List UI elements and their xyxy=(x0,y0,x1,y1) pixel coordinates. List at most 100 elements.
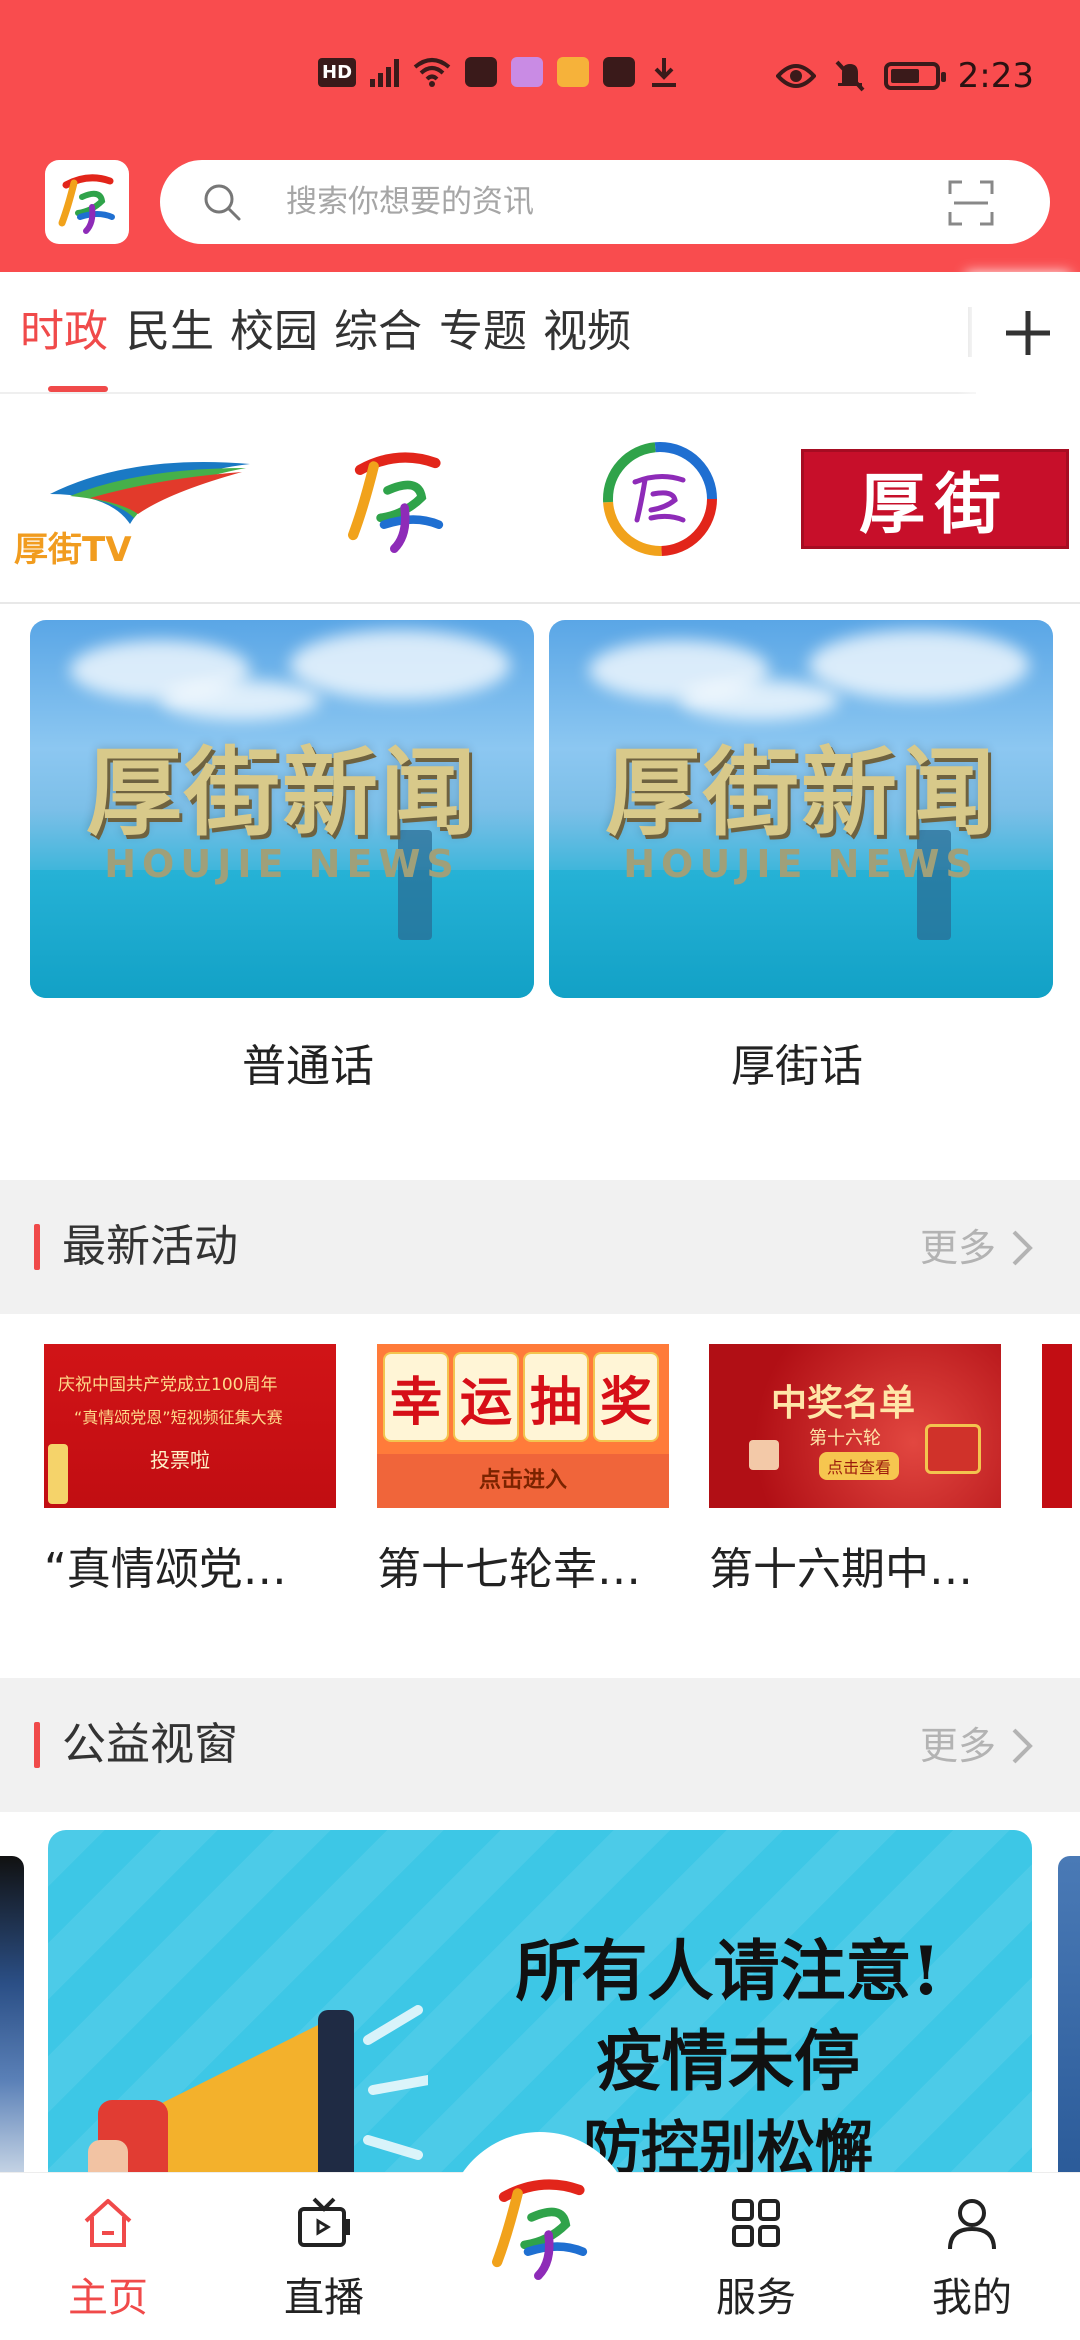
search-icon xyxy=(204,184,241,221)
more-link[interactable]: 更多 xyxy=(920,1718,996,1774)
activity-title: 第十七轮幸… xyxy=(377,1544,641,1595)
activity-card-peek[interactable] xyxy=(1042,1344,1072,1508)
nav-label: 服务 xyxy=(716,2275,796,2321)
plus-icon xyxy=(1006,311,1050,355)
tab-shipin[interactable]: 视频 xyxy=(543,302,631,362)
lottery-tile: 运 xyxy=(455,1354,517,1440)
nav-label: 我的 xyxy=(932,2275,1012,2321)
news-card-houjie-dialect[interactable]: 厚街新闻 HOUJIE NEWS xyxy=(549,620,1053,998)
download-icon xyxy=(652,58,677,87)
gift-icon xyxy=(925,1424,981,1474)
app-notification-icon xyxy=(465,57,498,87)
houjie-logo-icon xyxy=(348,452,444,553)
activity-card[interactable]: 庆祝中国共产党成立100周年 “真情颂党恩”短视频征集大赛 投票啦 “真情颂党… xyxy=(44,1344,336,1595)
news-label-houjie-dialect[interactable]: 厚街话 xyxy=(545,1030,1049,1094)
lottery-tile: 幸 xyxy=(385,1354,447,1440)
banner-line: 疫情未停 xyxy=(596,2022,860,2100)
tab-minsheng[interactable]: 民生 xyxy=(126,302,214,362)
category-tabs: 时政 民生 校园 综合 专题 视频 xyxy=(0,272,1080,394)
activity-title: 第十六期中… xyxy=(709,1544,973,1595)
status-icons: HD xyxy=(318,56,679,88)
gift-box-icon xyxy=(749,1440,779,1470)
tab-xiaoyuan[interactable]: 校园 xyxy=(230,302,318,362)
nav-live[interactable]: 直播 xyxy=(254,2173,394,2340)
activity-thumb-line: 投票啦 xyxy=(150,1448,210,1472)
nav-service[interactable]: 服务 xyxy=(686,2173,826,2340)
section-title: 公益视窗 xyxy=(62,1719,238,1770)
houjie-circle-logo[interactable] xyxy=(590,424,730,574)
tab-overflow-indicator xyxy=(968,307,972,357)
activity-thumbnail: 幸 运 抽 奖 点击进入 xyxy=(377,1344,669,1508)
carousel-next-peek[interactable] xyxy=(1058,1856,1080,2176)
person-icon xyxy=(948,2199,996,2250)
signal-icon xyxy=(370,57,400,87)
hd-icon: HD xyxy=(318,57,357,87)
tab-shizheng[interactable]: 时政 xyxy=(20,302,108,362)
news-thumb-subtitle: HOUJIE NEWS xyxy=(104,842,460,886)
eye-icon xyxy=(775,64,816,88)
nav-home[interactable]: 主页 xyxy=(38,2173,178,2340)
activity-card[interactable]: 幸 运 抽 奖 点击进入 第十七轮幸… xyxy=(377,1344,669,1595)
more-link[interactable]: 更多 xyxy=(920,1220,996,1276)
wifi-icon xyxy=(413,58,451,87)
houjie-banner-logo[interactable]: 厚街 xyxy=(800,424,1070,574)
battery-icon xyxy=(883,62,946,90)
status-bar: HD 2:23 xyxy=(0,0,1080,150)
app-logo[interactable] xyxy=(45,160,129,244)
channel-logo-strip: 厚街TV 厚街 xyxy=(0,394,1080,604)
chevron-right-icon[interactable] xyxy=(1002,1724,1042,1768)
home-icon xyxy=(84,2199,132,2247)
news-thumb-subtitle: HOUJIE NEWS xyxy=(623,842,979,886)
app-notification-icon xyxy=(511,57,544,87)
nav-label: 主页 xyxy=(68,2275,148,2321)
news-thumb-title: 厚街新闻 xyxy=(86,736,478,849)
houjie-logo-icon xyxy=(492,2179,588,2280)
news-card-mandarin[interactable]: 厚街新闻 HOUJIE NEWS xyxy=(30,620,534,998)
chevron-right-icon[interactable] xyxy=(1002,1226,1042,1270)
section-accent-bar xyxy=(34,1224,40,1270)
app-root: HD 2:23 搜索你想要的资讯 时政 民生 校园 综合 专题 视频 厚街TV … xyxy=(0,0,1080,2340)
search-input[interactable]: 搜索你想要的资讯 xyxy=(286,160,534,244)
activity-thumb-band: 点击进入 xyxy=(377,1454,669,1508)
banner-line: 所有人请注意! xyxy=(515,1932,941,2010)
add-tab-button[interactable] xyxy=(976,272,1080,394)
activity-thumbnail: 中奖名单 第十六轮 点击查看 xyxy=(709,1344,1001,1508)
houjie-tv-logo[interactable]: 厚街TV xyxy=(10,424,260,574)
news-thumb-title: 厚街新闻 xyxy=(605,736,997,849)
activity-title: “真情颂党… xyxy=(44,1544,287,1595)
nav-label: 直播 xyxy=(284,2275,364,2321)
activity-thumb-line: 点击查看 xyxy=(819,1452,900,1480)
active-tab-indicator xyxy=(48,386,108,392)
carousel-prev-peek[interactable] xyxy=(0,1856,24,2176)
mute-bell-icon xyxy=(835,60,865,92)
houjie-brush-logo[interactable] xyxy=(316,424,476,574)
tv-icon xyxy=(298,2197,350,2247)
section-latest-activities: 最新活动 更多 xyxy=(0,1180,1080,1314)
houjie-circle-logo-icon xyxy=(603,442,717,556)
houjie-tv-label: 厚街TV xyxy=(14,530,132,570)
lottery-tile: 奖 xyxy=(595,1354,657,1440)
tab-zonghe[interactable]: 综合 xyxy=(334,302,422,362)
search-bar[interactable]: 搜索你想要的资讯 xyxy=(160,160,1050,244)
tab-zhuanti[interactable]: 专题 xyxy=(439,302,527,362)
activity-card[interactable]: 中奖名单 第十六轮 点击查看 第十六期中… xyxy=(709,1344,1001,1595)
grid-icon xyxy=(732,2199,780,2247)
status-right: 2:23 xyxy=(775,56,1034,96)
clock: 2:23 xyxy=(957,56,1034,96)
section-accent-bar xyxy=(34,1722,40,1768)
news-label-mandarin[interactable]: 普通话 xyxy=(56,1030,560,1094)
upload-icon xyxy=(603,57,636,87)
section-public-window: 公益视窗 更多 xyxy=(0,1678,1080,1812)
activity-thumbnail: 庆祝中国共产党成立100周年 “真情颂党恩”短视频征集大赛 投票啦 xyxy=(44,1344,336,1508)
section-title: 最新活动 xyxy=(62,1221,238,1272)
nav-center-logo-button[interactable] xyxy=(446,2132,634,2320)
activity-thumb-line: 第十六轮 xyxy=(809,1428,881,1449)
activity-thumb-line: 中奖名单 xyxy=(771,1382,916,1424)
activity-thumb-line: “真情颂党恩”短视频征集大赛 xyxy=(74,1408,283,1427)
header: HD 2:23 搜索你想要的资讯 xyxy=(0,0,1080,272)
app-notification-icon xyxy=(557,57,590,87)
scan-icon[interactable] xyxy=(948,180,994,226)
nav-mine[interactable]: 我的 xyxy=(902,2173,1042,2340)
activity-thumb-line: 庆祝中国共产党成立100周年 xyxy=(58,1375,278,1395)
houjie-banner-text: 厚街 xyxy=(801,449,1069,549)
